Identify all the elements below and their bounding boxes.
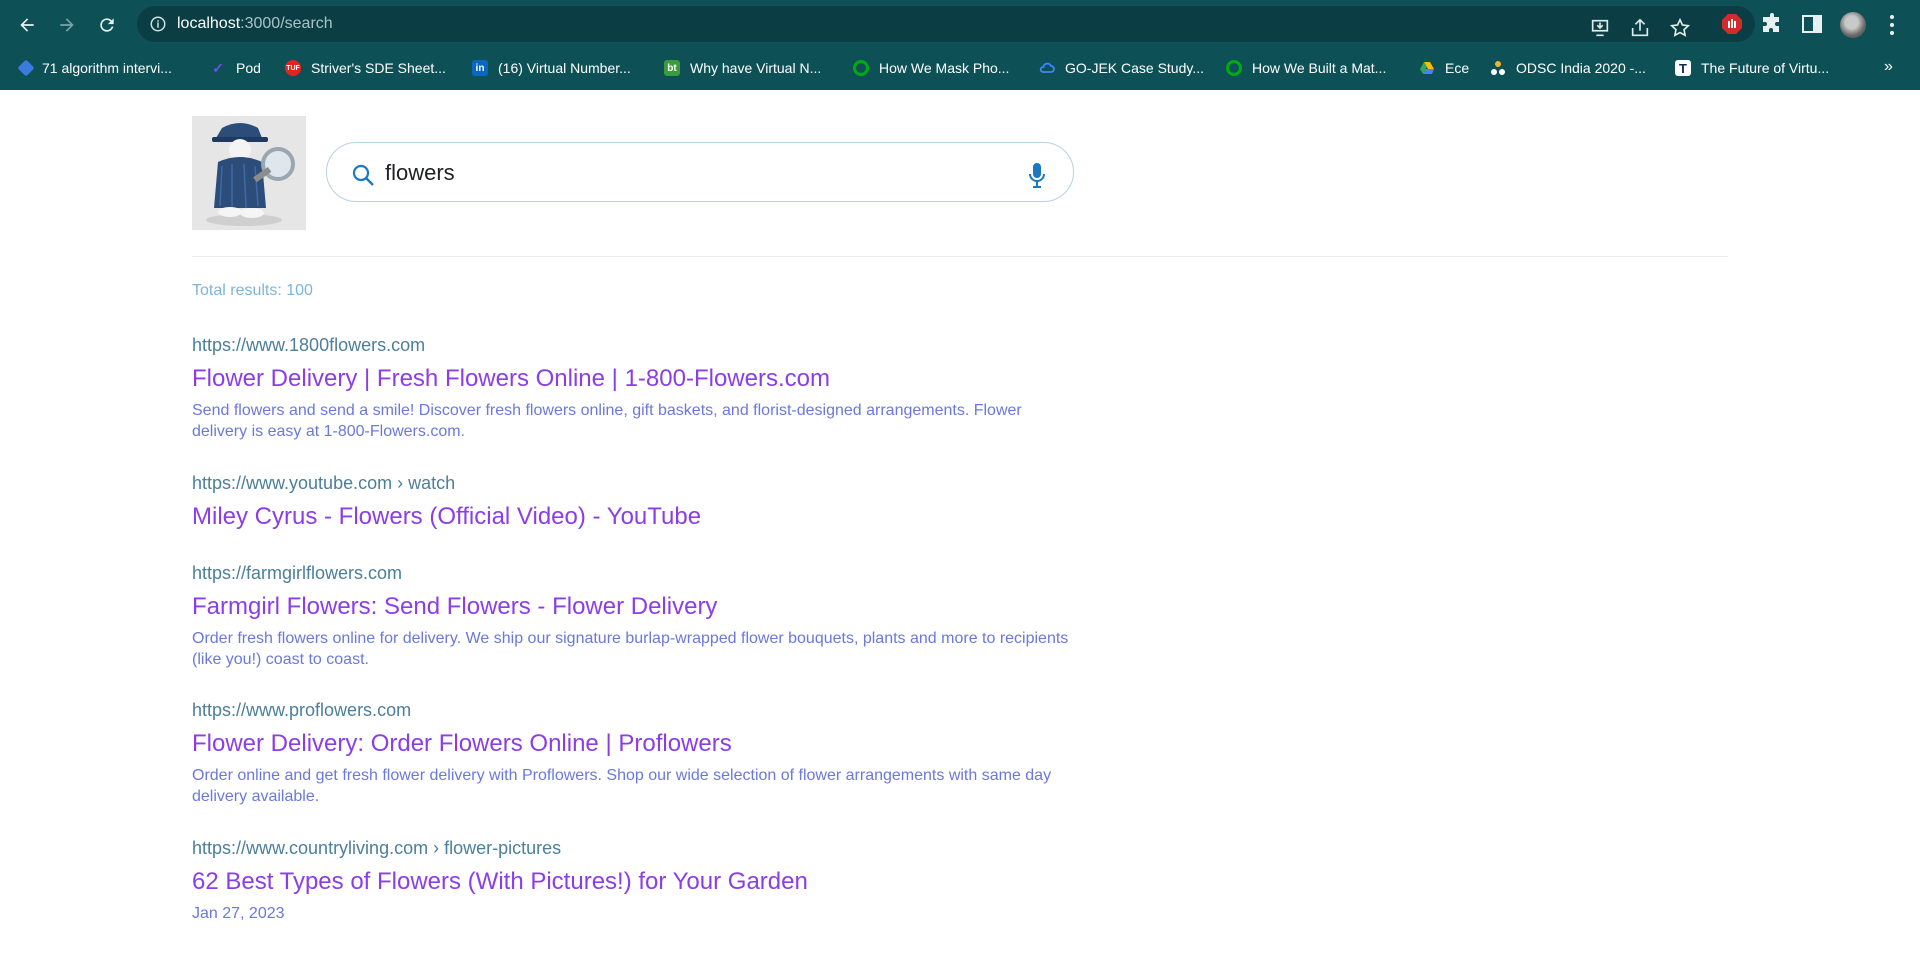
- url-host: localhost: [177, 15, 241, 32]
- search-result: https://www.countryliving.com › flower-p…: [192, 837, 1072, 924]
- bookmark-item[interactable]: 71 algorithm intervi...: [17, 50, 172, 86]
- result-url[interactable]: https://www.youtube.com › watch: [192, 472, 1072, 494]
- install-icon[interactable]: [1589, 17, 1611, 39]
- url-text[interactable]: localhost:3000/search: [177, 15, 333, 33]
- bookmark-item[interactable]: ✓ Pod: [210, 50, 261, 86]
- result-url[interactable]: https://farmgirlflowers.com: [192, 562, 1072, 584]
- share-icon[interactable]: [1629, 17, 1651, 39]
- bookmarks-bar: 71 algorithm intervi... ✓ Pod TUF Strive…: [0, 50, 1920, 90]
- result-title-link[interactable]: Flower Delivery | Fresh Flowers Online |…: [192, 364, 1072, 394]
- bookmark-label: Ece: [1445, 60, 1470, 76]
- result-title-link[interactable]: 62 Best Types of Flowers (With Pictures!…: [192, 867, 1072, 897]
- bookmark-item[interactable]: Ece: [1419, 50, 1469, 86]
- search-bar[interactable]: [326, 142, 1074, 202]
- star-icon[interactable]: [1669, 17, 1691, 39]
- bookmark-label: ODSC India 2020 -...: [1516, 60, 1646, 76]
- info-icon[interactable]: [149, 15, 167, 33]
- bookmark-item[interactable]: bt Why have Virtual N...: [664, 50, 821, 86]
- arrow-right-icon: [60, 18, 74, 32]
- bookmark-item[interactable]: TUF Striver's SDE Sheet...: [285, 50, 446, 86]
- bookmark-item[interactable]: How We Built a Mat...: [1226, 50, 1386, 86]
- bookmark-label: Pod: [236, 60, 261, 76]
- bookmark-item[interactable]: in (16) Virtual Number...: [472, 50, 631, 86]
- search-result: https://www.proflowers.com Flower Delive…: [192, 699, 1072, 807]
- bookmark-label: Why have Virtual N...: [690, 60, 822, 76]
- bookmark-label: How We Mask Pho...: [879, 60, 1010, 76]
- bookmark-label: The Future of Virtu...: [1701, 60, 1830, 76]
- site-logo[interactable]: [192, 116, 306, 230]
- side-panel-icon[interactable]: [1800, 12, 1824, 36]
- t-icon: T: [1675, 60, 1691, 76]
- gojek-icon: [853, 60, 869, 76]
- bookmark-label: (16) Virtual Number...: [498, 60, 631, 76]
- result-description: Order online and get fresh flower delive…: [192, 767, 1052, 805]
- bookmark-item[interactable]: GO-JEK Case Study...: [1039, 50, 1204, 86]
- bookmark-label: 71 algorithm intervi...: [42, 60, 172, 76]
- back-button[interactable]: [11, 9, 43, 41]
- microphone-icon[interactable]: [1027, 161, 1047, 189]
- bookmark-label: GO-JEK Case Study...: [1065, 60, 1205, 76]
- bt-icon: bt: [664, 60, 680, 76]
- bookmark-label: How We Built a Mat...: [1252, 60, 1387, 76]
- odsc-icon: [1491, 61, 1505, 75]
- cloud-icon: [1039, 62, 1055, 73]
- search-result: https://farmgirlflowers.com Farmgirl Flo…: [192, 562, 1072, 670]
- pod-icon: ✓: [212, 59, 224, 76]
- result-description: Order fresh flowers online for delivery.…: [192, 630, 1069, 668]
- profile-avatar[interactable]: [1840, 12, 1866, 38]
- bookmarks-overflow-button[interactable]: »: [1884, 58, 1893, 76]
- bookmark-item[interactable]: How We Mask Pho...: [853, 50, 1009, 86]
- gojek-icon: [1226, 60, 1242, 76]
- result-description: Send flowers and send a smile! Discover …: [192, 402, 1022, 440]
- bookmark-label: Striver's SDE Sheet...: [311, 60, 446, 76]
- bookmark-item[interactable]: T The Future of Virtu...: [1675, 50, 1829, 86]
- linkedin-icon: in: [472, 60, 488, 76]
- search-result: https://www.youtube.com › watch Miley Cy…: [192, 472, 1072, 532]
- puzzle-icon[interactable]: [1760, 12, 1784, 36]
- result-title-link[interactable]: Miley Cyrus - Flowers (Official Video) -…: [192, 502, 1072, 532]
- more-vert-icon[interactable]: [1884, 12, 1900, 38]
- url-path: :3000/search: [240, 15, 333, 32]
- header-divider: [192, 256, 1728, 257]
- result-date: Jan 27, 2023: [192, 905, 285, 922]
- browser-toolbar: localhost:3000/search: [0, 0, 1920, 50]
- adblock-extension-icon[interactable]: [1720, 12, 1744, 36]
- tuf-icon: TUF: [285, 60, 301, 76]
- result-title-link[interactable]: Farmgirl Flowers: Send Flowers - Flower …: [192, 592, 1072, 622]
- search-input[interactable]: [383, 157, 987, 189]
- drive-icon: [1420, 62, 1434, 74]
- arrow-left-icon: [20, 18, 34, 32]
- reload-icon: [100, 18, 114, 32]
- bookmark-item[interactable]: ODSC India 2020 -...: [1490, 50, 1646, 86]
- result-url[interactable]: https://www.proflowers.com: [192, 699, 1072, 721]
- reload-button[interactable]: [91, 9, 123, 41]
- search-result: https://www.1800flowers.com Flower Deliv…: [192, 334, 1072, 442]
- detective-logo-icon: [192, 116, 306, 230]
- total-results: Total results: 100: [192, 282, 313, 299]
- diamond-icon: [17, 59, 35, 77]
- result-title-link[interactable]: Flower Delivery: Order Flowers Online | …: [192, 729, 1072, 759]
- forward-button[interactable]: [51, 9, 83, 41]
- result-url[interactable]: https://www.countryliving.com › flower-p…: [192, 837, 1072, 859]
- search-icon[interactable]: [351, 163, 375, 187]
- address-bar[interactable]: localhost:3000/search: [137, 6, 1755, 42]
- result-url[interactable]: https://www.1800flowers.com: [192, 334, 1072, 356]
